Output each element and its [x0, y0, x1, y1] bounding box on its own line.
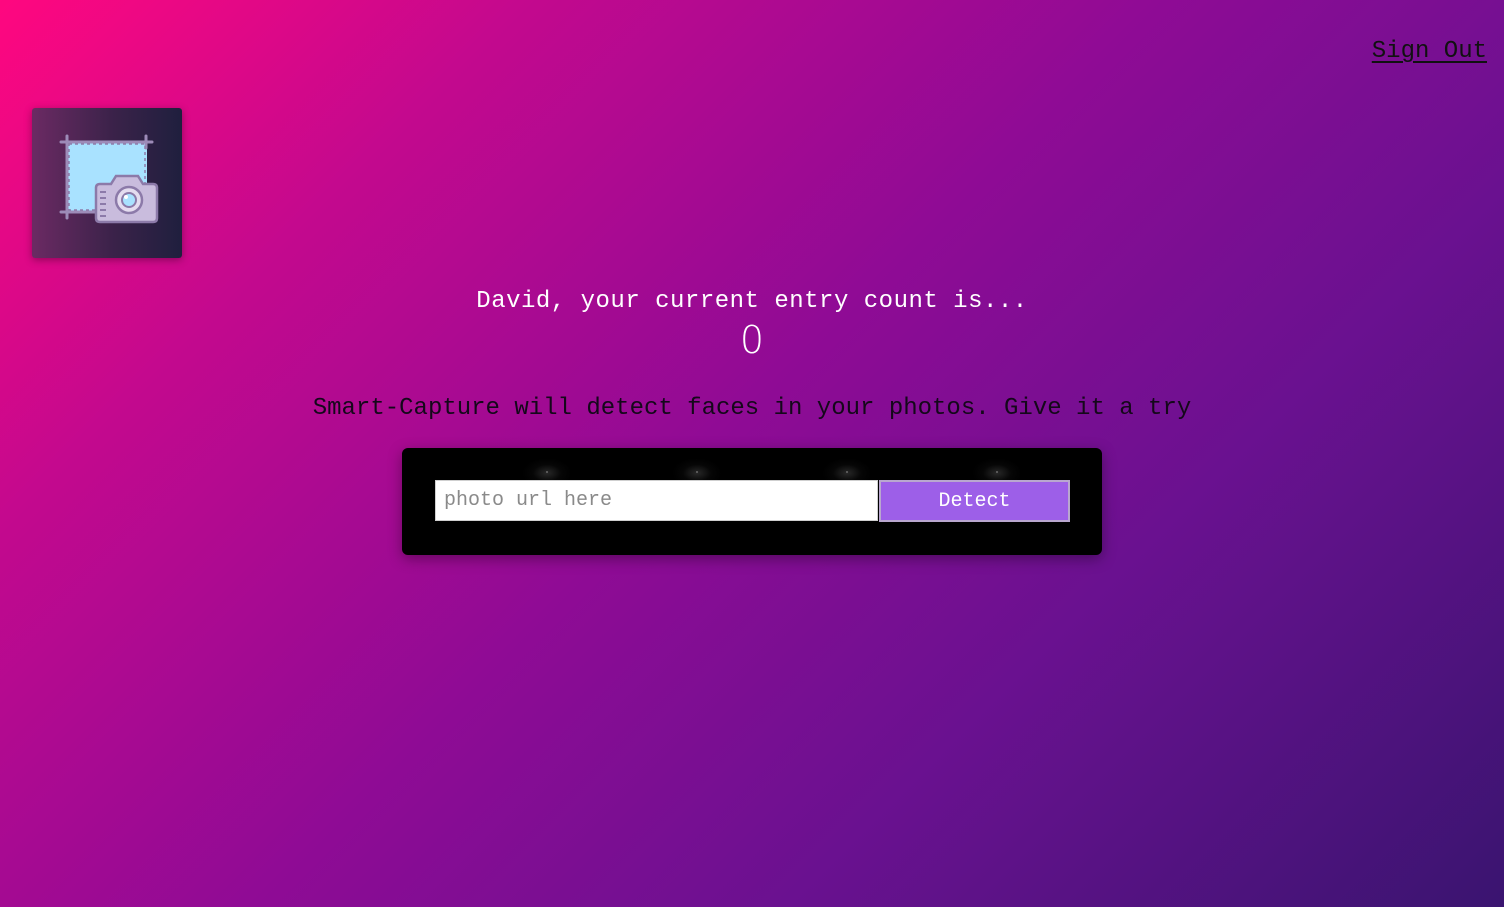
image-link-form: Detect: [402, 448, 1102, 555]
sign-out-link[interactable]: Sign Out: [1372, 38, 1487, 65]
entry-count-message: David, your current entry count is...: [476, 288, 1028, 315]
detect-button[interactable]: Detect: [879, 480, 1070, 522]
intro-text: Smart-Capture will detect faces in your …: [312, 395, 1192, 422]
app-logo[interactable]: [32, 108, 182, 258]
top-nav: Sign Out: [1372, 38, 1487, 65]
entry-count-value: 0: [739, 318, 765, 362]
screenshot-camera-icon: [59, 134, 159, 224]
photo-url-input[interactable]: [435, 480, 878, 521]
